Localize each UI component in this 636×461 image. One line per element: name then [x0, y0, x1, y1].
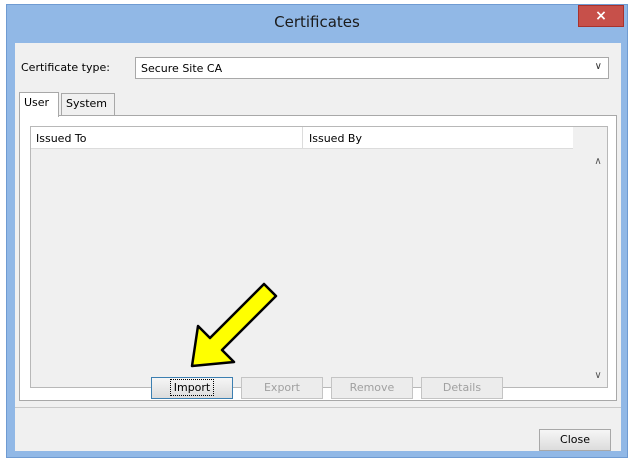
certificate-type-select[interactable]: Secure Site CA ∨: [135, 57, 609, 79]
tab-panel: Issued To Issued By ∧ ∨: [19, 115, 617, 401]
chevron-up-icon[interactable]: ∧: [589, 153, 607, 171]
tab-user[interactable]: User: [19, 92, 59, 117]
certificates-dialog: Certificates × Certificate type: Secure …: [6, 4, 628, 458]
close-button-label: Close: [560, 433, 590, 446]
tab-system-label: System: [66, 97, 108, 110]
certificate-type-label: Certificate type:: [21, 61, 110, 74]
chevron-down-icon: ∨: [594, 61, 602, 72]
export-button[interactable]: Export: [241, 377, 323, 399]
vertical-scrollbar[interactable]: ∧ ∨: [589, 127, 607, 387]
certificate-list[interactable]: Issued To Issued By ∧ ∨: [30, 126, 608, 388]
dialog-client-area: Certificate type: Secure Site CA ∨ User …: [15, 43, 621, 451]
column-header-issued-to[interactable]: Issued To: [31, 127, 303, 149]
certificate-type-value: Secure Site CA: [141, 62, 223, 75]
import-button[interactable]: Import: [151, 377, 233, 399]
export-button-label: Export: [263, 381, 300, 394]
divider: [15, 407, 621, 408]
details-button-label: Details: [442, 381, 482, 394]
window-close-button[interactable]: ×: [578, 5, 624, 27]
tab-user-label: User: [24, 96, 50, 109]
column-header-issued-by[interactable]: Issued By: [304, 127, 362, 149]
remove-button[interactable]: Remove: [331, 377, 413, 399]
details-button[interactable]: Details: [421, 377, 503, 399]
close-button[interactable]: Close: [539, 429, 611, 451]
import-button-label: Import: [169, 379, 215, 396]
list-header: Issued To Issued By: [31, 127, 573, 149]
title-bar[interactable]: Certificates ×: [7, 5, 627, 42]
tab-system[interactable]: System: [61, 93, 115, 115]
chevron-down-icon[interactable]: ∨: [589, 367, 607, 385]
close-icon: ×: [595, 8, 607, 24]
pointer-arrow-icon: [190, 282, 278, 368]
remove-button-label: Remove: [349, 381, 395, 394]
window-title: Certificates: [274, 13, 360, 31]
